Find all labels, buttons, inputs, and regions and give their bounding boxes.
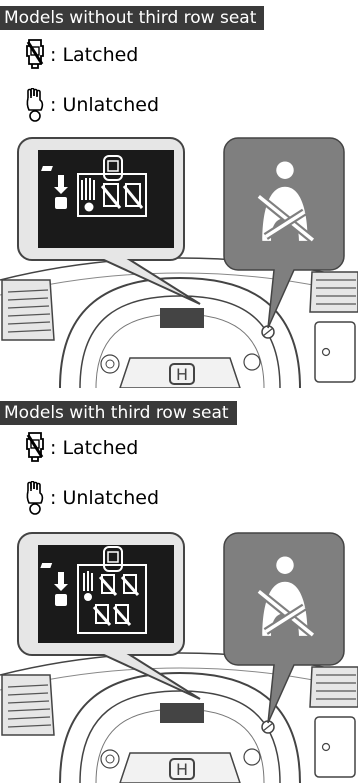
dashboard-illustration bbox=[0, 130, 358, 388]
legend-latched: : Latched bbox=[22, 431, 138, 465]
seatbelt-unlatched-icon bbox=[22, 88, 48, 122]
legend-label: : Unlatched bbox=[50, 487, 159, 509]
section-header: Models with third row seat bbox=[0, 401, 237, 425]
legend-unlatched: : Unlatched bbox=[22, 481, 159, 515]
seatbelt-latched-icon bbox=[22, 431, 48, 465]
dashboard-illustration bbox=[0, 525, 358, 783]
seatbelt-latched-icon bbox=[22, 38, 48, 72]
section-without-third-row: Models without third row seat : Latched … bbox=[0, 0, 358, 388]
section-header: Models without third row seat bbox=[0, 6, 265, 30]
legend-label: : Unlatched bbox=[50, 94, 159, 116]
legend-label: : Latched bbox=[50, 437, 139, 459]
legend-unlatched: : Unlatched bbox=[22, 88, 159, 122]
section-with-third-row: Models with third row seat : Latched : U… bbox=[0, 395, 358, 783]
legend-label: : Latched bbox=[50, 44, 139, 66]
legend-latched: : Latched bbox=[22, 38, 138, 72]
seatbelt-unlatched-icon bbox=[22, 481, 48, 515]
